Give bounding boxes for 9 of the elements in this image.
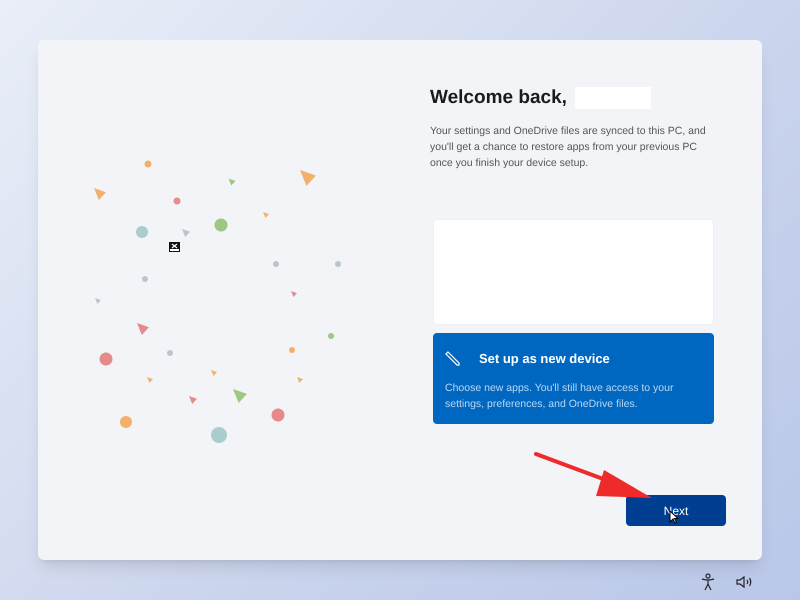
option-description: Choose new apps. You'll still have access to your settings, preferences, and OneDrive files. [445, 381, 674, 412]
accessibility-icon[interactable] [700, 573, 716, 591]
volume-icon[interactable] [736, 575, 754, 589]
option-card[interactable]: Set up as new device Choose new apps. You'll still have access to your settings, preferences, and OneDrive files. [433, 332, 714, 424]
setup-description: Your settings and OneDrive files are synced to this PC, and you'll get a chance to restore apps from your previous PC once you finish your device setup. [430, 124, 707, 170]
pencil-icon [445, 350, 461, 366]
broken-image-icon [169, 242, 180, 252]
welcome-heading: Welcome back, [430, 86, 567, 110]
option-title: Set up as new device [479, 350, 610, 368]
